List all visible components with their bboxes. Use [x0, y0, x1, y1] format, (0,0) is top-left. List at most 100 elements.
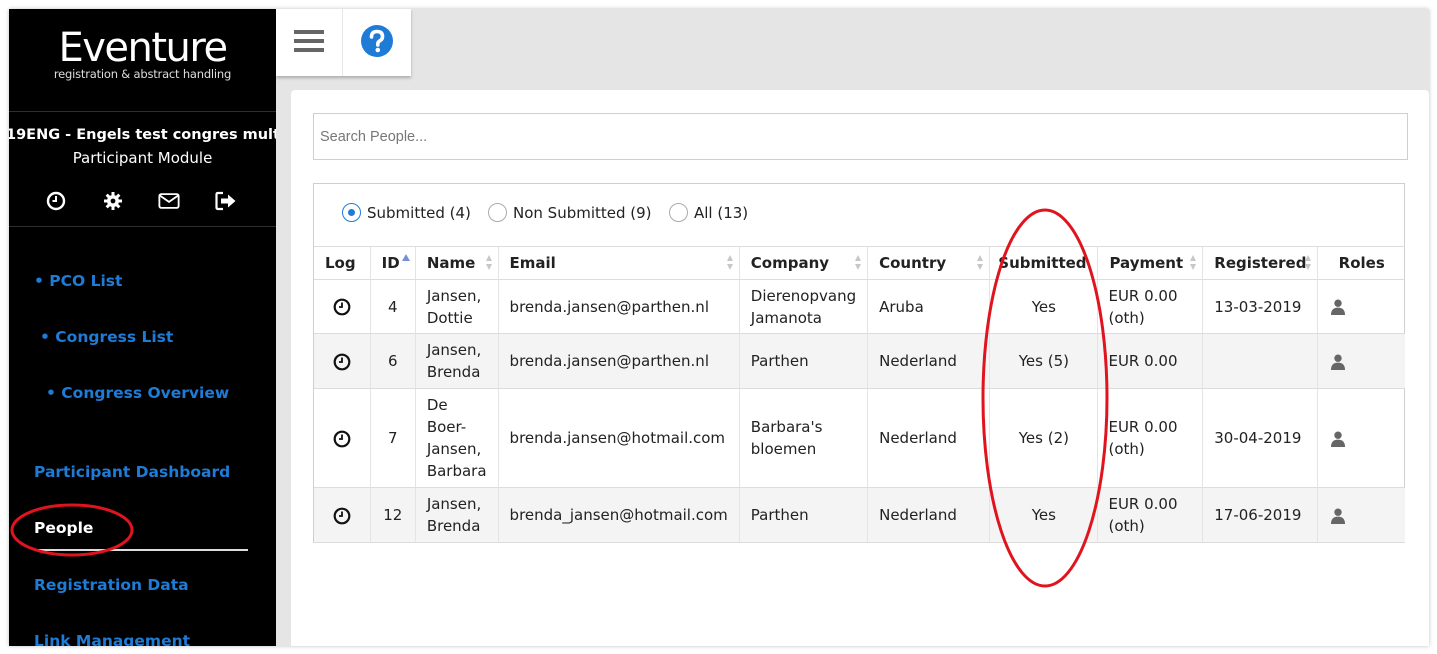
- sidebar-quick-icons: [9, 190, 276, 212]
- registered-cell: 17-06-2019: [1202, 487, 1318, 543]
- name-cell[interactable]: Jansen, Brenda: [414, 333, 499, 389]
- sort-icon: [485, 255, 493, 271]
- name-cell[interactable]: Jansen, Dottie: [414, 279, 499, 334]
- hamburger-menu-icon: [294, 29, 324, 57]
- email-cell: brenda.jansen@parthen.nl: [497, 279, 740, 334]
- table-row[interactable]: 12 Jansen, Brenda brenda_jansen@hotmail.c…: [314, 487, 1405, 543]
- sort-icon: [1190, 255, 1197, 271]
- id-cell: 12: [369, 487, 416, 543]
- sort-icon: [726, 255, 734, 271]
- filter-non-submitted[interactable]: Non Submitted (9): [488, 203, 652, 222]
- payment-cell: EUR 0.00 (oth): [1097, 388, 1203, 488]
- column-header-name[interactable]: Name: [414, 246, 499, 280]
- column-header-country[interactable]: Country: [867, 246, 990, 280]
- id-cell: 7: [369, 388, 416, 488]
- submitted-cell: Yes: [989, 487, 1098, 543]
- column-header-log: Log: [314, 246, 371, 280]
- company-cell: Barbara's bloemen: [738, 388, 868, 488]
- sidebar-divider: [9, 226, 276, 227]
- country-cell: Nederland: [867, 388, 990, 488]
- id-cell: 6: [369, 333, 416, 389]
- radio-icon: [669, 203, 688, 222]
- user-icon[interactable]: [1331, 354, 1346, 370]
- table-row[interactable]: 6 Jansen, Brenda brenda.jansen@parthen.nl…: [314, 333, 1405, 389]
- active-item-underline: [34, 549, 248, 551]
- filter-label: Submitted (4): [367, 203, 471, 222]
- roles-cell[interactable]: [1317, 487, 1405, 543]
- filter-all[interactable]: All (13): [669, 203, 748, 222]
- sort-icon: [855, 255, 862, 271]
- sidebar-item-congress-list[interactable]: • Congress List: [40, 328, 173, 346]
- email-cell: brenda.jansen@hotmail.com: [497, 388, 740, 488]
- column-header-registered[interactable]: Registered: [1202, 246, 1318, 280]
- sort-ascending-icon: [401, 254, 410, 261]
- column-header-roles: Roles: [1317, 246, 1405, 280]
- menu-toggle-button[interactable]: [276, 9, 343, 76]
- brand-tagline: registration & abstract handling: [53, 67, 232, 81]
- filter-label: Non Submitted (9): [513, 203, 652, 222]
- log-cell[interactable]: [314, 487, 371, 543]
- roles-cell[interactable]: [1317, 279, 1405, 334]
- payment-cell: EUR 0.00 (oth): [1097, 279, 1203, 334]
- registered-cell: 13-03-2019: [1202, 279, 1318, 334]
- sidebar-item-people[interactable]: People: [34, 519, 93, 537]
- brand-logo: Eventure: [58, 25, 228, 71]
- table-row[interactable]: 4 Jansen, Dottie brenda.jansen@parthen.nl…: [314, 279, 1405, 334]
- gear-icon[interactable]: [102, 190, 124, 212]
- user-icon[interactable]: [1331, 508, 1346, 524]
- country-cell: Nederland: [867, 487, 990, 543]
- roles-cell[interactable]: [1317, 333, 1405, 389]
- clock-icon[interactable]: [45, 190, 67, 212]
- table-row[interactable]: 7 De Boer- Jansen, Barbara brenda.jansen@ho…: [314, 388, 1405, 488]
- log-cell[interactable]: [314, 279, 371, 334]
- column-header-company[interactable]: Company: [738, 246, 868, 280]
- help-icon: [360, 24, 394, 62]
- sidebar-item-congress-overview[interactable]: • Congress Overview: [46, 384, 229, 402]
- name-cell[interactable]: De Boer- Jansen, Barbara: [414, 388, 499, 488]
- column-header-submitted[interactable]: Submitted: [989, 246, 1098, 280]
- clock-icon[interactable]: [333, 298, 351, 316]
- sign-out-icon[interactable]: [215, 190, 237, 212]
- sidebar: Eventure registration & abstract handlin…: [9, 9, 276, 646]
- sidebar-item-participant-dashboard[interactable]: Participant Dashboard: [34, 463, 230, 481]
- sort-icon: [1305, 255, 1312, 271]
- registered-cell: [1202, 333, 1318, 389]
- user-icon[interactable]: [1331, 431, 1346, 447]
- people-panel: Submitted (4) Non Submitted (9) All (13): [291, 90, 1429, 646]
- log-cell[interactable]: [314, 388, 371, 488]
- column-header-payment[interactable]: Payment: [1097, 246, 1203, 280]
- column-header-email[interactable]: Email: [497, 246, 740, 280]
- company-cell: Parthen: [738, 487, 868, 543]
- clock-icon[interactable]: [333, 430, 351, 448]
- submitted-cell: Yes: [989, 279, 1098, 334]
- people-table: Log ID Name Email Company Country Submit…: [314, 246, 1405, 543]
- name-cell[interactable]: Jansen, Brenda: [414, 487, 499, 543]
- congress-title[interactable]: 19ENG - Engels test congres multi...: [9, 127, 276, 143]
- people-table-box: Submitted (4) Non Submitted (9) All (13): [313, 183, 1405, 543]
- module-name: Participant Module: [72, 149, 213, 167]
- roles-cell[interactable]: [1317, 388, 1405, 488]
- envelope-icon[interactable]: [158, 190, 180, 212]
- log-cell[interactable]: [314, 333, 371, 389]
- search-input[interactable]: [313, 113, 1408, 160]
- submitted-cell: Yes (2): [989, 388, 1098, 488]
- filter-submitted[interactable]: Submitted (4): [342, 203, 471, 222]
- email-cell: brenda_jansen@hotmail.com: [497, 487, 740, 543]
- sidebar-item-link-management[interactable]: Link Management: [34, 632, 190, 646]
- registered-cell: 30-04-2019: [1202, 388, 1318, 488]
- radio-icon: [488, 203, 507, 222]
- id-cell: 4: [369, 279, 416, 334]
- clock-icon[interactable]: [333, 507, 351, 525]
- sidebar-item-pco-list[interactable]: • PCO List: [34, 272, 122, 290]
- sort-icon: [977, 255, 984, 271]
- sidebar-item-registration-data[interactable]: Registration Data: [34, 576, 189, 594]
- country-cell: Aruba: [867, 279, 990, 334]
- help-button[interactable]: [343, 9, 411, 76]
- column-header-id[interactable]: ID: [369, 246, 416, 280]
- payment-cell: EUR 0.00: [1097, 333, 1203, 389]
- clock-icon[interactable]: [333, 353, 351, 371]
- user-icon[interactable]: [1331, 299, 1346, 315]
- company-cell: Parthen: [738, 333, 868, 389]
- email-cell: brenda.jansen@parthen.nl: [497, 333, 740, 389]
- submitted-cell: Yes (5): [989, 333, 1098, 389]
